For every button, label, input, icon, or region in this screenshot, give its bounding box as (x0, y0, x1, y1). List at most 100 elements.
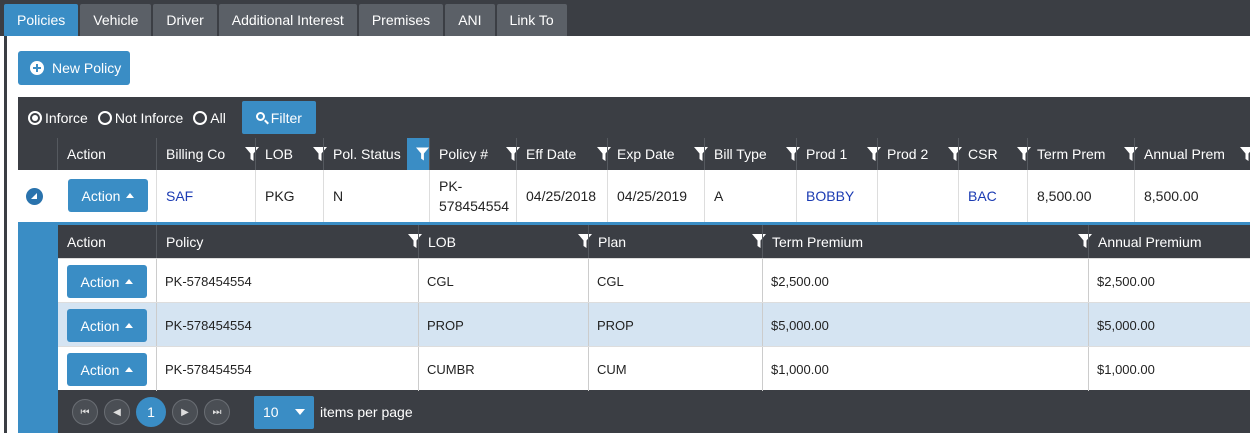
filter-toolbar: Inforce Not Inforce All Filter (18, 97, 1250, 138)
pager: ⏮ ◀ 1 ▶ ⏭ 10 items per page (58, 391, 1250, 433)
tabs: Policies Vehicle Driver Additional Inter… (4, 4, 567, 36)
page-number-button[interactable]: 1 (136, 397, 166, 427)
filter-funnel-icon[interactable] (399, 234, 422, 248)
cell-term-prem: 8,500.00 (1027, 170, 1134, 222)
header-label: LOB (265, 146, 294, 162)
tab-additional-interest[interactable]: Additional Interest (218, 4, 357, 36)
tab-policies[interactable]: Policies (4, 4, 79, 36)
cell-pol-status: N (323, 170, 429, 222)
filter-funnel-icon[interactable] (777, 147, 800, 161)
items-per-page-label: items per page (320, 404, 413, 420)
first-page-icon[interactable]: ⏮ (72, 399, 98, 425)
detail-row: Action PK-578454554 CUMBR CUM $1,000.00 … (58, 346, 1250, 391)
row-action-button[interactable]: Action (67, 353, 147, 386)
plus-circle-icon (30, 61, 44, 75)
detail-cell-plan: CUM (588, 347, 762, 391)
next-page-icon[interactable]: ▶ (172, 399, 198, 425)
detail-cell-term-premium: $2,500.00 (762, 259, 1088, 303)
cell-prod1[interactable]: BOBBY (796, 170, 877, 222)
tab-vehicle[interactable]: Vehicle (80, 4, 152, 36)
filter-funnel-icon[interactable] (569, 234, 592, 248)
tab-driver[interactable]: Driver (153, 4, 217, 36)
tab-premises[interactable]: Premises (358, 4, 444, 36)
filter-funnel-icon[interactable] (1069, 234, 1092, 248)
radio-all[interactable]: All (193, 110, 226, 126)
action-label: Action (81, 187, 121, 204)
detail-cell-term-premium: $5,000.00 (762, 303, 1088, 347)
filter-funnel-icon[interactable] (1231, 147, 1250, 161)
caret-up-icon (125, 367, 134, 372)
prev-page-icon[interactable]: ◀ (104, 399, 130, 425)
action-label: Action (80, 317, 120, 334)
detail-row: Action PK-578454554 PROP PROP $5,000.00 … (58, 302, 1250, 347)
header-term-prem: Term Prem (1027, 138, 1138, 170)
cell-csr[interactable]: BAC (958, 170, 1027, 222)
detail-cell-lob: PROP (418, 303, 588, 347)
radio-checked-icon (28, 110, 42, 125)
tab-link-to[interactable]: Link To (496, 4, 567, 36)
last-page-icon[interactable]: ⏭ (204, 399, 230, 425)
new-policy-button[interactable]: New Policy (18, 51, 130, 85)
cell-lob: PKG (255, 170, 323, 222)
detail-header-lob: LOB (418, 225, 592, 258)
header-label: Term Premium (772, 233, 864, 250)
header-label: Annual Premium (1098, 233, 1202, 250)
header-label: Policy (166, 233, 204, 250)
row-action-button[interactable]: Action (67, 265, 147, 298)
caret-up-icon (125, 323, 134, 328)
header-label: Eff Date (526, 146, 577, 162)
header-billing-co: Billing Co (156, 138, 259, 170)
row-action-button[interactable]: Action (67, 309, 147, 342)
filter-funnel-icon[interactable] (858, 147, 881, 161)
header-prod2: Prod 2 (877, 138, 962, 170)
header-csr: CSR (958, 138, 1031, 170)
filter-funnel-icon[interactable] (685, 147, 708, 161)
filter-funnel-icon[interactable] (1008, 147, 1031, 161)
detail-cell-policy: PK-578454554 (156, 259, 418, 303)
header-label: Action (67, 233, 106, 250)
radio-label: Inforce (45, 109, 88, 126)
header-eff-date: Eff Date (516, 138, 611, 170)
policy-number-line: 578454554 (439, 198, 510, 214)
action-label: Action (80, 361, 120, 378)
radio-unchecked-icon (193, 110, 208, 125)
page-size-value: 10 (263, 404, 279, 420)
policy-number-line: PK- (439, 178, 463, 194)
detail-header-annual-premium: Annual Premium (1088, 225, 1250, 258)
header-label: Prod 1 (806, 146, 848, 162)
filter-funnel-icon[interactable] (743, 234, 766, 248)
tab-ani[interactable]: ANI (445, 4, 495, 36)
filter-funnel-icon[interactable] (1115, 147, 1138, 161)
header-label: LOB (428, 233, 457, 250)
detail-cell-annual-premium: $1,000.00 (1088, 347, 1250, 391)
collapse-row-icon[interactable] (26, 188, 43, 205)
radio-inforce[interactable]: Inforce (28, 110, 88, 126)
header-label: Bill Type (714, 146, 767, 162)
filter-funnel-icon[interactable] (588, 147, 611, 161)
policies-grid: Inforce Not Inforce All Filter Action Bi… (18, 97, 1250, 433)
detail-header-term-premium: Term Premium (762, 225, 1092, 258)
detail-cell-plan: PROP (588, 303, 762, 347)
radio-not-inforce[interactable]: Not Inforce (97, 110, 183, 126)
filter-button[interactable]: Filter (241, 101, 316, 134)
filter-funnel-icon[interactable] (304, 147, 327, 161)
detail-cell-policy: PK-578454554 (156, 303, 418, 347)
header-annual-prem: Annual Prem (1134, 138, 1250, 170)
filter-funnel-active-icon[interactable] (407, 138, 429, 170)
page-size-select[interactable]: 10 (254, 395, 314, 429)
caret-up-icon (125, 279, 134, 284)
header-action: Action (57, 138, 156, 170)
header-label: Billing Co (166, 146, 226, 162)
header-prod1: Prod 1 (796, 138, 881, 170)
header-label: Exp Date (617, 146, 675, 162)
filter-funnel-icon[interactable] (236, 147, 259, 161)
header-bill-type: Bill Type (704, 138, 800, 170)
header-label: Annual Prem (1144, 146, 1225, 162)
detail-cell-annual-premium: $2,500.00 (1088, 259, 1250, 303)
filter-funnel-icon[interactable] (497, 147, 520, 161)
filter-funnel-icon[interactable] (939, 147, 962, 161)
cell-bill-type: A (704, 170, 796, 222)
detail-header-policy: Policy (156, 225, 422, 258)
row-action-button[interactable]: Action (68, 179, 148, 212)
cell-billing-co[interactable]: SAF (156, 170, 255, 222)
